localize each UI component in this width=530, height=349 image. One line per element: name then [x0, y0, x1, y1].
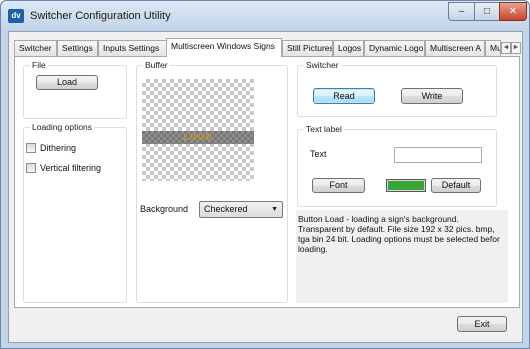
sign-preview-strip: LOGE — [142, 131, 254, 144]
text-label-group: Text label Text Font Default — [297, 124, 497, 207]
tab-scroll-right-icon[interactable]: ► — [511, 42, 521, 54]
app-logo-icon: dv — [8, 9, 24, 23]
tab-settings[interactable]: Settings — [57, 40, 98, 56]
minimize-button[interactable]: – — [448, 2, 475, 21]
maximize-button[interactable]: □ — [474, 2, 500, 21]
vertical-filtering-checkbox[interactable] — [26, 163, 36, 173]
tab-dynamic-logo[interactable]: Dynamic Logo — [364, 40, 425, 56]
tab-scroll-left-icon[interactable]: ◄ — [501, 42, 511, 54]
tab-still-pictures[interactable]: Still Pictures — [282, 40, 333, 56]
vertical-filtering-label: Vertical filtering — [40, 163, 102, 173]
text-label-group-label: Text label — [304, 124, 344, 134]
switcher-group-label: Switcher — [304, 60, 341, 70]
tab-strip: Switcher Settings Inputs Settings Multis… — [14, 38, 522, 57]
tab-switcher[interactable]: Switcher — [14, 40, 57, 56]
vertical-filtering-checkbox-row[interactable]: Vertical filtering — [26, 163, 101, 173]
buffer-group: Buffer LOGE Background Checkered ▼ — [136, 60, 288, 303]
background-select-value: Checkered — [204, 204, 248, 214]
sign-preview-text: LOGE — [183, 132, 213, 142]
chevron-down-icon: ▼ — [271, 206, 278, 213]
write-button[interactable]: Write — [401, 88, 463, 104]
dithering-label: Dithering — [40, 143, 77, 153]
buffer-preview: LOGE — [142, 79, 254, 181]
window-title: Switcher Configuration Utility — [30, 10, 171, 22]
dithering-checkbox-row[interactable]: Dithering — [26, 143, 76, 153]
buffer-group-label: Buffer — [143, 60, 170, 70]
file-group: File Load — [23, 60, 127, 119]
dithering-checkbox[interactable] — [26, 143, 36, 153]
font-button[interactable]: Font — [312, 178, 365, 193]
file-group-label: File — [30, 60, 48, 70]
text-color-swatch[interactable] — [386, 179, 426, 192]
loading-options-label: Loading options — [30, 122, 95, 132]
tab-multiscreen-a[interactable]: Multiscreen A — [425, 40, 485, 56]
tab-inputs-settings[interactable]: Inputs Settings — [98, 40, 167, 56]
background-select[interactable]: Checkered ▼ — [199, 201, 283, 218]
load-button[interactable]: Load — [36, 75, 98, 90]
loading-options-group: Loading options Dithering Vertical filte… — [23, 122, 127, 303]
tab-logos[interactable]: Logos — [333, 40, 364, 56]
exit-button[interactable]: Exit — [457, 316, 507, 332]
help-text: Button Load - loading a sign's backgroun… — [296, 210, 508, 303]
app-window: dv Switcher Configuration Utility – □ ✕ … — [0, 0, 530, 349]
tab-multiscreen-windows-signs[interactable]: Multiscreen Windows Signs — [166, 38, 282, 57]
title-bar[interactable]: dv Switcher Configuration Utility – □ ✕ — [1, 1, 529, 31]
switcher-group: Switcher Read Write — [297, 60, 497, 117]
multiscreen-signs-panel: File Load Loading options Dithering Vert… — [14, 56, 520, 308]
text-label-input[interactable] — [394, 147, 482, 163]
read-button[interactable]: Read — [313, 88, 375, 104]
close-button[interactable]: ✕ — [499, 2, 527, 21]
text-field-label: Text — [310, 149, 327, 159]
client-area: Switcher Settings Inputs Settings Multis… — [8, 31, 523, 343]
default-button[interactable]: Default — [431, 178, 481, 193]
background-label: Background — [140, 204, 189, 214]
tab-mult[interactable]: Mult — [485, 40, 501, 56]
